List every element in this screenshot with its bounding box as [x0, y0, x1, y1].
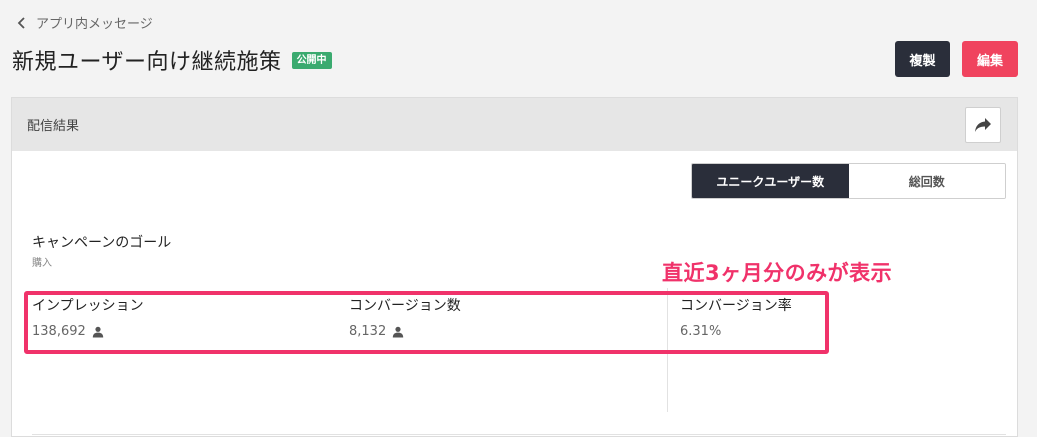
duplicate-button[interactable]: 複製 — [895, 41, 950, 77]
goal-value: 購入 — [32, 258, 52, 269]
share-button[interactable] — [965, 106, 1001, 143]
section-divider — [32, 434, 1006, 435]
page-title: 新規ユーザー向け継続施策 — [12, 50, 282, 75]
results-card: 配信結果 ユニークユーザー数 総回数 キャンペーンのゴール 購入 直近3ヶ月分の… — [11, 97, 1018, 437]
edit-button[interactable]: 編集 — [962, 41, 1018, 77]
highlight-box — [24, 291, 829, 354]
toggle-total-count[interactable]: 総回数 — [848, 164, 1005, 198]
section-title: 配信結果 — [27, 119, 80, 134]
results-card-header: 配信結果 — [12, 98, 1017, 151]
goal-label: キャンペーンのゴール — [32, 235, 172, 251]
title-row: 新規ユーザー向け継続施策 公開中 — [12, 44, 332, 76]
share-icon — [975, 117, 991, 132]
metric-type-toggle: ユニークユーザー数 総回数 — [691, 163, 1006, 199]
back-link-label: アプリ内メッセージ — [36, 17, 153, 32]
toggle-unique-users[interactable]: ユニークユーザー数 — [692, 164, 849, 198]
annotation-text: 直近3ヶ月分のみが表示 — [662, 261, 893, 285]
status-badge: 公開中 — [291, 51, 332, 69]
page: アプリ内メッセージ 新規ユーザー向け継続施策 公開中 複製 編集 配信結果 ユニ… — [0, 0, 1037, 437]
chevron-left-icon — [17, 16, 25, 29]
back-link[interactable]: アプリ内メッセージ — [16, 13, 153, 32]
